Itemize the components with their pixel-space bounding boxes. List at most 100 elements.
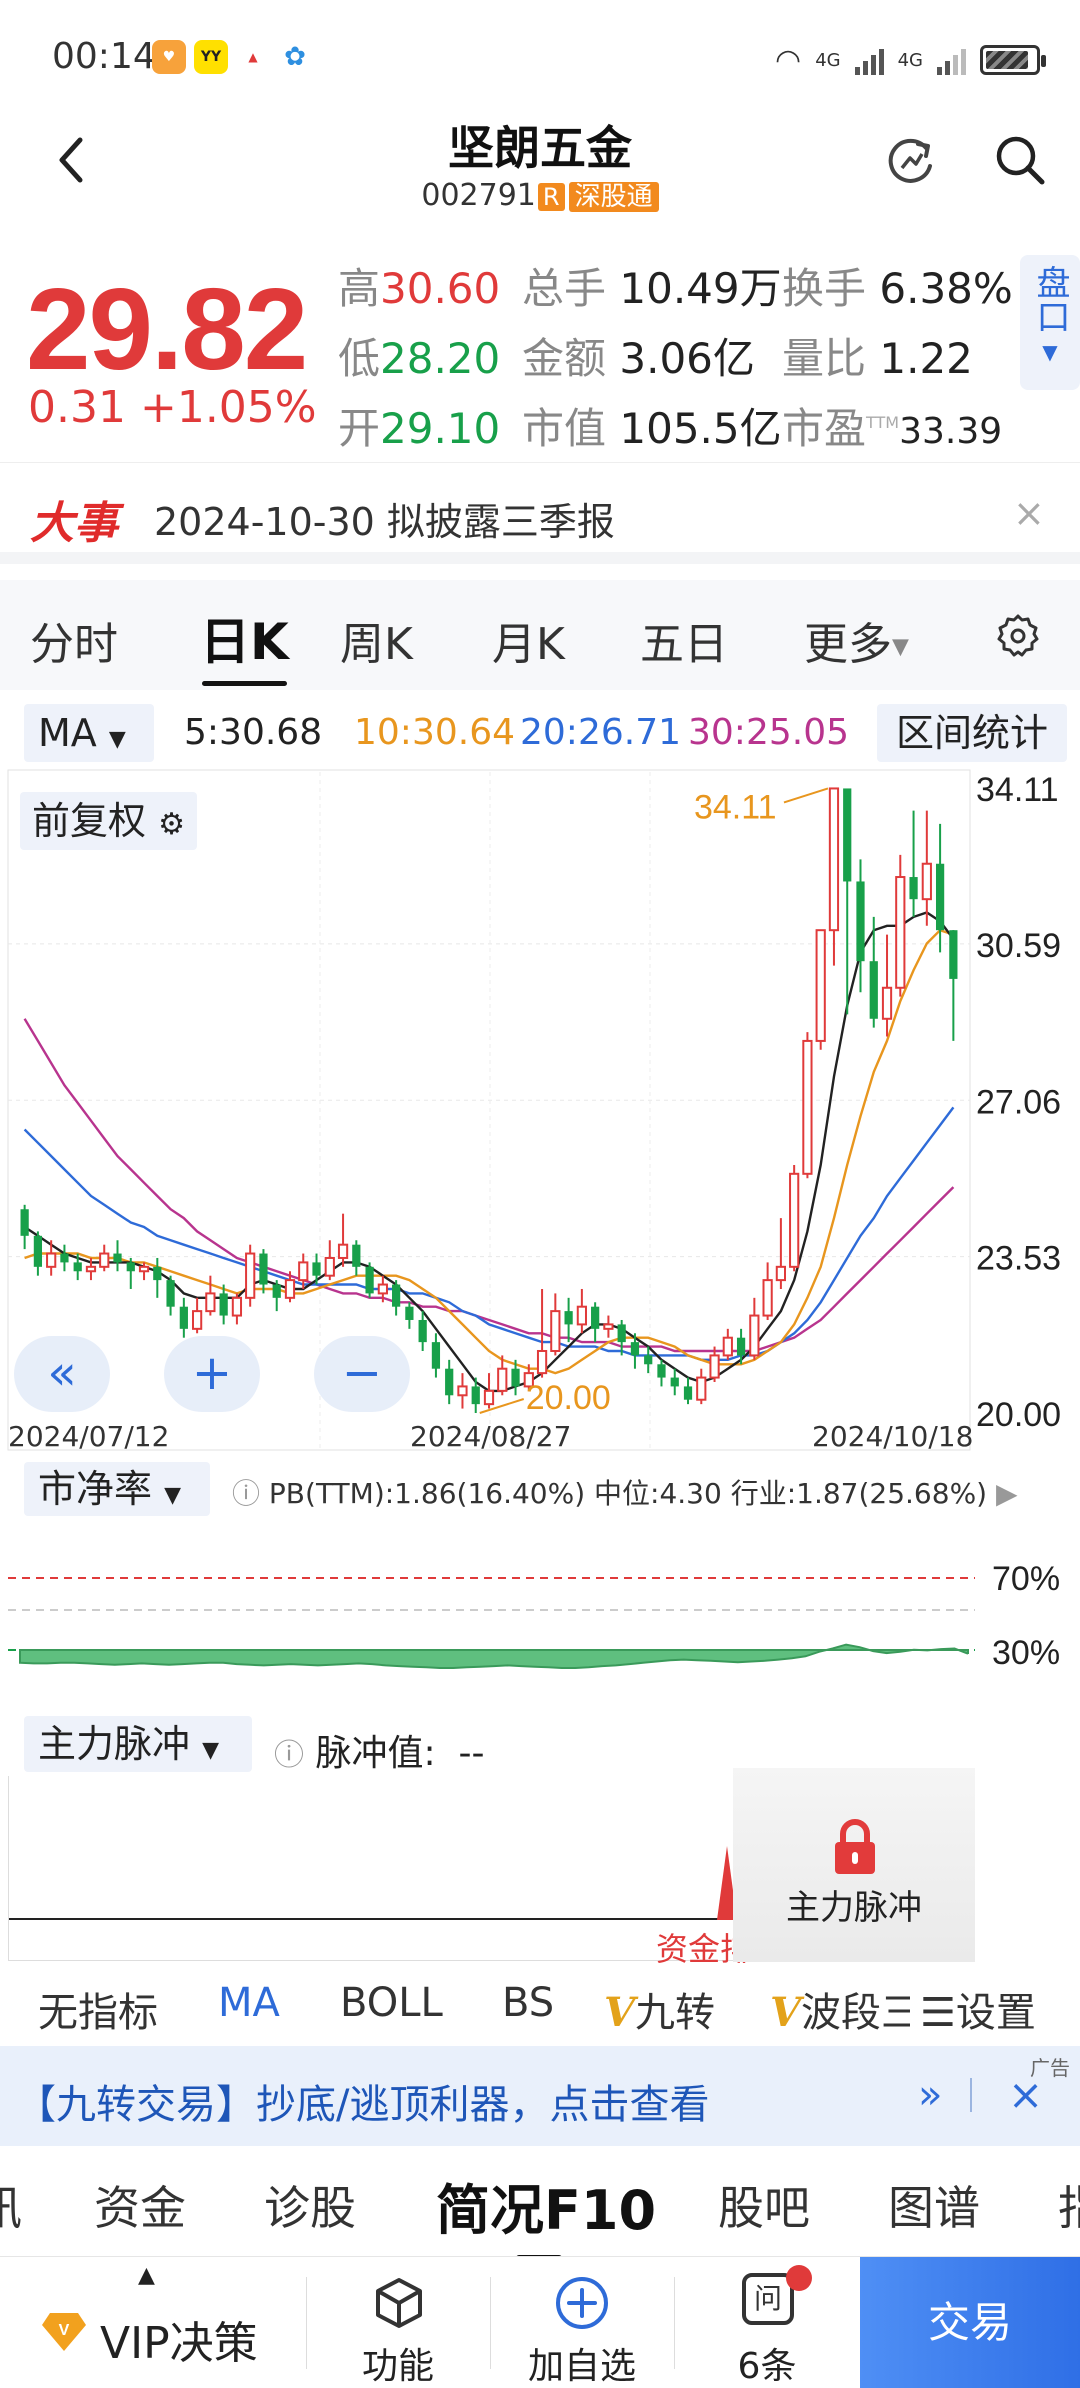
candle-body	[471, 1386, 480, 1405]
indicator-bs[interactable]: BS	[502, 1980, 554, 2026]
indicator-settings[interactable]: ☰设置	[920, 1980, 1036, 2038]
ma10-line	[24, 928, 954, 1375]
pulse-locked-overlay[interactable]: 主力脉冲	[733, 1768, 975, 1962]
kline-chart[interactable]: 34.11 30.59 27.06 23.53 20.00 34.11 20.00	[0, 768, 1080, 1453]
period-tabs: 分时 日K 周K 月K 五日 更多▼	[0, 580, 1080, 690]
tab-intraday[interactable]: 分时	[30, 608, 118, 672]
svg-text:V: V	[59, 2322, 70, 2339]
ad-text[interactable]: 【九转交易】抄底/逃顶利器，点击查看	[16, 2072, 709, 2130]
range-stat-button[interactable]: 区间统计	[877, 704, 1067, 762]
candle-body	[33, 1235, 43, 1267]
pb-select[interactable]: 市净率 ▼	[24, 1462, 210, 1516]
indicator-none[interactable]: 无指标	[38, 1980, 158, 2038]
indicator-jiuzhuan[interactable]: V九转	[604, 1980, 715, 2038]
tab-index[interactable]: 指	[1058, 2172, 1080, 2238]
event-text[interactable]: 2024-10-30 拟披露三季报	[154, 491, 615, 546]
pankou-button[interactable]: 盘口 ▼	[1020, 255, 1080, 390]
function-button[interactable]: 功能	[306, 2257, 490, 2388]
y-axis-label: 34.11	[976, 771, 1059, 809]
tab-graph[interactable]: 图谱	[888, 2172, 980, 2238]
tab-funds[interactable]: 资金	[94, 2172, 186, 2238]
tab-forum[interactable]: 股吧	[718, 2172, 810, 2238]
chevron-down-icon: ▼	[202, 1738, 220, 1763]
ad-banner[interactable]: 【九转交易】抄底/逃顶利器，点击查看 广告 » ×	[0, 2046, 1080, 2146]
event-bar[interactable]: 大事 2024-10-30 拟披露三季报 ×	[0, 462, 1080, 564]
tab-daily-k[interactable]: 日K	[200, 602, 289, 686]
candle-body	[483, 1389, 495, 1406]
messages-button[interactable]: 问 6条	[674, 2257, 860, 2388]
search-icon[interactable]	[990, 130, 1050, 190]
status-indicators: ◠ 4G 4G	[775, 40, 1046, 80]
tab-news[interactable]: 讯	[0, 2172, 22, 2238]
zoom-out-button[interactable]: −	[314, 1336, 410, 1412]
candle-body	[749, 1314, 760, 1357]
candle-body	[657, 1364, 666, 1378]
quote-volume-ratio: 量比 1.22	[782, 334, 973, 383]
tab-five-day[interactable]: 五日	[640, 608, 728, 672]
tab-weekly-k[interactable]: 周K	[340, 608, 413, 672]
zoom-in-button[interactable]: +	[164, 1336, 260, 1412]
quote-open: 开29.10	[338, 404, 501, 453]
vip-decision-button[interactable]: ▲ V VIP决策	[0, 2257, 306, 2388]
refresh-icon[interactable]	[880, 130, 940, 190]
pulse-info: ⓘ 脉冲值: --	[274, 1733, 485, 1774]
ma5-value: 5:30.68	[184, 712, 323, 753]
gear-icon[interactable]	[993, 610, 1043, 660]
candle-body	[856, 881, 865, 962]
candle-body	[352, 1244, 361, 1267]
candle-body	[576, 1305, 587, 1326]
diamond-icon: V	[42, 2313, 86, 2351]
candle-body	[644, 1355, 653, 1365]
ma-row: MA ▼ 5:30.68 10:30.64 20:26.71 30:25.05 …	[0, 698, 1080, 768]
candle-body	[73, 1262, 82, 1272]
candle-body	[881, 986, 893, 1020]
tab-f10[interactable]: 简况F10	[436, 2166, 656, 2261]
lock-icon	[835, 1819, 875, 1874]
pb-30-label: 30%	[992, 1634, 1060, 1672]
candle-body	[418, 1319, 427, 1343]
candle-body	[377, 1283, 388, 1295]
tab-more[interactable]: 更多▼	[804, 608, 909, 672]
y-axis-label: 30.59	[976, 927, 1061, 965]
ma-select[interactable]: MA ▼	[24, 704, 154, 762]
candle-body	[789, 1172, 800, 1268]
candle-body	[457, 1385, 468, 1397]
pulse-select[interactable]: 主力脉冲 ▼	[24, 1716, 252, 1772]
adjust-select[interactable]: 前复权 ⚙	[20, 792, 198, 850]
bottom-nav: ▲ V VIP决策 功能 加自选 问 6条 交易	[0, 2256, 1080, 2388]
signal-icon	[854, 45, 884, 75]
candle-body	[445, 1368, 454, 1396]
double-chevron-icon[interactable]: »	[918, 2072, 942, 2118]
candle-body	[564, 1311, 573, 1325]
nav-label: 6条	[737, 2346, 797, 2387]
pb-info: ⓘ PB(TTM):1.86(16.40%) 中位:4.30 行业:1.87(2…	[232, 1477, 1018, 1510]
candle-body	[191, 1310, 203, 1330]
candle-body	[85, 1265, 97, 1273]
candle-body	[337, 1243, 349, 1259]
candle-body	[126, 1262, 135, 1272]
pb-row: 市净率 ▼ ⓘ PB(TTM):1.86(16.40%) 中位:4.30 行业:…	[0, 1458, 1080, 1520]
indicator-boduan[interactable]: V波段三	[770, 1980, 910, 2038]
info-icon: ⓘ	[274, 1738, 304, 1773]
candle-body	[138, 1265, 150, 1273]
indicator-ma[interactable]: MA	[218, 1980, 280, 2026]
close-icon[interactable]: ×	[1013, 491, 1045, 535]
indicator-boll[interactable]: BOLL	[340, 1980, 443, 2026]
add-watchlist-button[interactable]: 加自选	[490, 2257, 674, 2388]
tab-diagnose[interactable]: 诊股	[264, 2172, 356, 2238]
cube-icon	[376, 2278, 422, 2328]
signal-icon	[937, 45, 966, 75]
x-axis-date: 2024/10/18	[812, 1420, 974, 1453]
settings-icon: ☰	[920, 1990, 956, 2036]
pb-area	[19, 1643, 969, 1669]
candle-body	[219, 1293, 228, 1316]
candle-body	[497, 1367, 508, 1392]
ma30-value: 30:25.05	[688, 712, 849, 753]
candle-body	[815, 929, 826, 1042]
close-icon[interactable]: ×	[1008, 2070, 1043, 2119]
candle-body	[179, 1306, 188, 1329]
scroll-back-button[interactable]: «	[14, 1336, 110, 1412]
tab-monthly-k[interactable]: 月K	[492, 608, 565, 672]
trade-button[interactable]: 交易	[860, 2257, 1080, 2388]
indicator-bar: 无指标 MA BOLL BS V九转 V波段三 ☰设置	[0, 1966, 1080, 2046]
